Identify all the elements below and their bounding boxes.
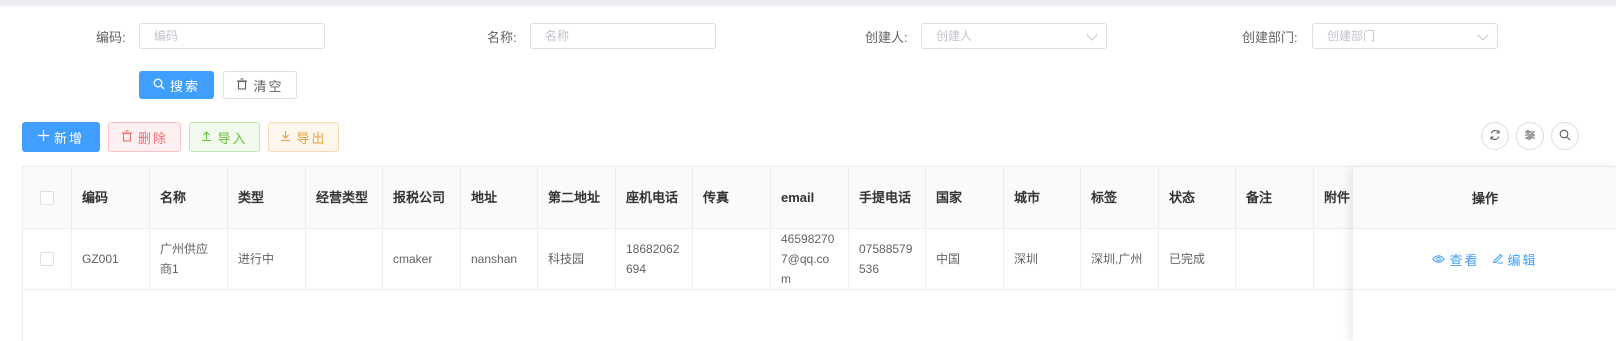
- view-link[interactable]: 查看: [1432, 250, 1479, 269]
- import-button[interactable]: 导入: [189, 122, 260, 152]
- name-placeholder: 名称: [545, 29, 570, 43]
- form-item-name: 名称:: [487, 22, 517, 50]
- action-column-header: 操作: [1353, 167, 1616, 229]
- row-select-cell: [23, 229, 72, 289]
- data-table: 编码 名称 类型 经营类型 报税公司 地址 第二地址 座机电话 传真 email…: [22, 166, 1616, 341]
- select-all-cell: [23, 167, 72, 228]
- column-header[interactable]: 传真: [693, 167, 771, 228]
- cell-remark: [1236, 229, 1314, 289]
- cell-landline: 18682062694: [616, 229, 693, 289]
- column-header[interactable]: 标签: [1081, 167, 1159, 228]
- code-input[interactable]: 编码: [139, 23, 325, 49]
- import-button-label: 导入: [217, 130, 248, 146]
- view-link-label: 查看: [1449, 252, 1480, 268]
- edit-link-label: 编辑: [1507, 252, 1538, 268]
- add-button[interactable]: 新增: [22, 122, 100, 152]
- cell-fax: [693, 229, 771, 289]
- cell-country: 中国: [926, 229, 1004, 289]
- action-cell: 查看 编辑: [1353, 229, 1616, 290]
- refresh-button[interactable]: [1481, 122, 1509, 150]
- clear-button-label: 清空: [253, 78, 284, 94]
- export-button[interactable]: 导出: [268, 122, 339, 152]
- add-button-label: 新增: [53, 130, 84, 146]
- cell-city: 深圳: [1004, 229, 1081, 289]
- select-all-checkbox[interactable]: [40, 190, 54, 205]
- creator-select[interactable]: 创建人: [921, 23, 1107, 49]
- sliders-icon: [1524, 129, 1536, 144]
- creator-placeholder: 创建人: [936, 29, 973, 43]
- upload-icon: [201, 130, 212, 144]
- column-header[interactable]: 报税公司: [383, 167, 461, 228]
- cell-tags: 深圳,广州: [1081, 229, 1159, 289]
- column-header[interactable]: 第二地址: [538, 167, 616, 228]
- cell-status: 已完成: [1159, 229, 1236, 289]
- cell-name: 广州供应商1: [150, 229, 228, 289]
- column-header[interactable]: email: [771, 167, 849, 228]
- column-header[interactable]: 类型: [228, 167, 306, 228]
- search-toggle-button[interactable]: [1551, 122, 1579, 150]
- trash-icon: [236, 77, 248, 93]
- edit-icon: [1492, 252, 1504, 267]
- column-header[interactable]: 座机电话: [616, 167, 693, 228]
- search-button[interactable]: 搜索: [139, 71, 214, 99]
- column-header[interactable]: 编码: [72, 167, 150, 228]
- refresh-icon: [1489, 129, 1501, 144]
- column-header[interactable]: 城市: [1004, 167, 1081, 228]
- delete-button-label: 删除: [137, 130, 168, 146]
- name-label: 名称:: [487, 29, 517, 45]
- cell-second-address: 科技园: [538, 229, 616, 289]
- trash-icon: [121, 129, 133, 145]
- column-header[interactable]: 备注: [1236, 167, 1314, 228]
- cell-email: 465982707@qq.com: [771, 229, 849, 289]
- column-header[interactable]: 手提电话: [849, 167, 926, 228]
- action-column: 操作 查看 编辑: [1353, 167, 1616, 341]
- form-item-creator: 创建人:: [865, 22, 908, 50]
- cell-type: 进行中: [228, 229, 306, 289]
- column-header[interactable]: 状态: [1159, 167, 1236, 228]
- plus-icon: [37, 130, 49, 144]
- delete-button[interactable]: 删除: [108, 122, 181, 152]
- form-item-dept: 创建部门:: [1242, 22, 1298, 50]
- chevron-down-icon: [1086, 29, 1098, 41]
- cell-business-type: [306, 229, 383, 289]
- name-input[interactable]: 名称: [530, 23, 716, 49]
- column-header[interactable]: 地址: [461, 167, 538, 228]
- clear-button[interactable]: 清空: [223, 71, 297, 99]
- edit-link[interactable]: 编辑: [1492, 250, 1538, 269]
- cell-address: nanshan: [461, 229, 538, 289]
- search-icon: [1559, 129, 1571, 144]
- top-bar: [0, 0, 1616, 6]
- column-header[interactable]: 国家: [926, 167, 1004, 228]
- cell-mobile: 07588579536: [849, 229, 926, 289]
- search-icon: [153, 78, 165, 93]
- form-item-code: 编码:: [96, 22, 126, 50]
- code-label: 编码:: [96, 29, 126, 45]
- dept-select[interactable]: 创建部门: [1312, 23, 1498, 49]
- dept-label: 创建部门:: [1242, 29, 1298, 45]
- column-header[interactable]: 名称: [150, 167, 228, 228]
- download-icon: [280, 130, 291, 144]
- cell-code: GZ001: [72, 229, 150, 289]
- columns-setting-button[interactable]: [1516, 122, 1544, 150]
- code-placeholder: 编码: [154, 29, 179, 43]
- creator-label: 创建人:: [865, 29, 908, 45]
- export-button-label: 导出: [296, 130, 327, 146]
- chevron-down-icon: [1477, 29, 1489, 41]
- search-button-label: 搜索: [169, 78, 200, 94]
- dept-placeholder: 创建部门: [1327, 29, 1376, 43]
- eye-icon: [1432, 252, 1446, 267]
- column-header[interactable]: 经营类型: [306, 167, 383, 228]
- row-checkbox[interactable]: [40, 252, 54, 266]
- cell-tax-company: cmaker: [383, 229, 461, 289]
